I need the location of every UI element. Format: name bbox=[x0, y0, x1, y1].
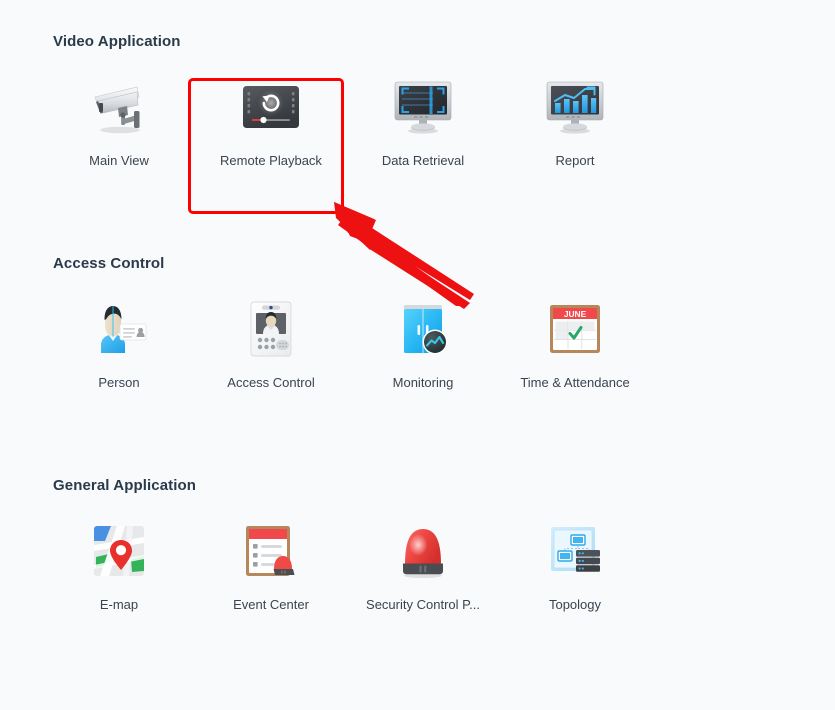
door-monitoring-icon bbox=[391, 297, 455, 361]
tile-label: Data Retrieval bbox=[381, 153, 465, 168]
calendar-check-icon: JUNE bbox=[543, 297, 607, 361]
tile-label: Event Center bbox=[233, 597, 309, 612]
tile-label: E-map bbox=[99, 597, 139, 612]
tile-label: Security Control P... bbox=[366, 597, 480, 612]
tile-label: Topology bbox=[548, 597, 602, 612]
tile-label: Access Control bbox=[227, 375, 315, 390]
tile-grid-video-application: Main View Remote Playback Data Retrieval… bbox=[43, 71, 651, 191]
app-launcher-page: Video Application Main View Remote Playb… bbox=[0, 0, 835, 710]
tile-label: Remote Playback bbox=[220, 153, 322, 168]
network-topology-icon bbox=[543, 519, 607, 583]
security-camera-icon bbox=[87, 75, 151, 139]
tile-main-view[interactable]: Main View bbox=[43, 71, 195, 191]
section-title-access-control: Access Control bbox=[53, 255, 165, 272]
tile-topology[interactable]: Topology bbox=[499, 515, 651, 635]
tile-security-control-panel[interactable]: Security Control P... bbox=[347, 515, 499, 635]
tile-label: Monitoring bbox=[392, 375, 454, 390]
calendar-month-label: JUNE bbox=[564, 309, 587, 319]
tile-time-attendance[interactable]: JUNE Time & Attendance bbox=[499, 293, 651, 413]
tile-monitoring[interactable]: Monitoring bbox=[347, 293, 499, 413]
monitor-chart-icon bbox=[543, 75, 607, 139]
tile-access-control[interactable]: Access Control bbox=[195, 293, 347, 413]
tile-report[interactable]: Report bbox=[499, 71, 651, 191]
tile-grid-general-application: E-map Event Center Security Control P...… bbox=[43, 515, 651, 635]
map-pin-icon bbox=[87, 519, 151, 583]
monitor-search-icon bbox=[391, 75, 455, 139]
tile-person[interactable]: Person bbox=[43, 293, 195, 413]
tile-grid-access-control: Person Access Control Monitoring JUNE Ti… bbox=[43, 293, 651, 413]
pointer-arrow-icon bbox=[330, 190, 480, 310]
tile-label: Report bbox=[555, 153, 595, 168]
tile-event-center[interactable]: Event Center bbox=[195, 515, 347, 635]
access-terminal-icon bbox=[239, 297, 303, 361]
tile-remote-playback[interactable]: Remote Playback bbox=[195, 71, 347, 191]
tile-label: Main View bbox=[89, 153, 149, 168]
alarm-beacon-icon bbox=[391, 519, 455, 583]
tile-label: Person bbox=[98, 375, 140, 390]
tile-data-retrieval[interactable]: Data Retrieval bbox=[347, 71, 499, 191]
section-title-video-application: Video Application bbox=[53, 33, 181, 50]
playback-screen-icon bbox=[239, 75, 303, 139]
tile-label: Time & Attendance bbox=[520, 375, 630, 390]
event-alarm-icon bbox=[239, 519, 303, 583]
tile-e-map[interactable]: E-map bbox=[43, 515, 195, 635]
section-title-general-application: General Application bbox=[53, 477, 197, 494]
person-card-icon bbox=[87, 297, 151, 361]
